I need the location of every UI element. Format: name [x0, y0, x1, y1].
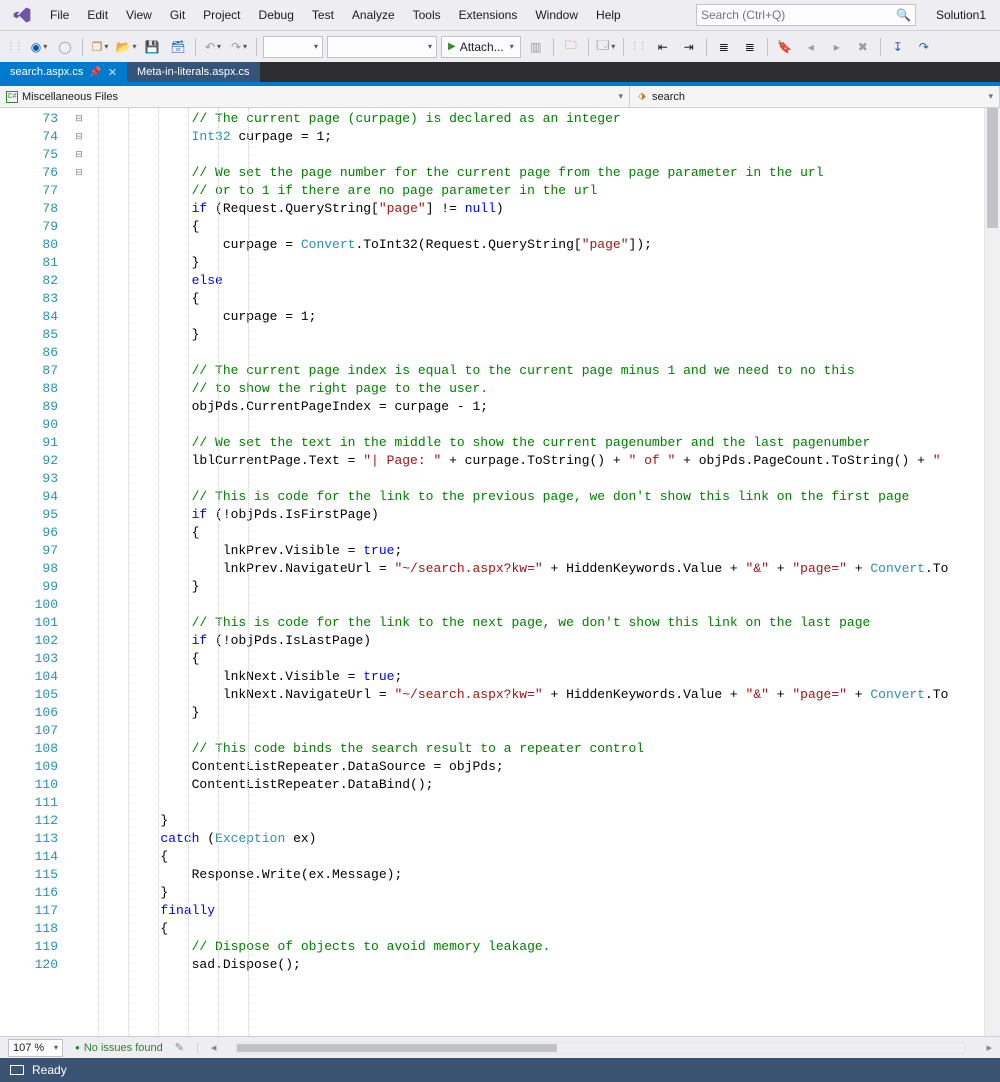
fold-gutter[interactable]: ⊟⊟⊟⊟	[72, 108, 86, 1036]
tab-label: search.aspx.cs	[10, 66, 83, 78]
attach-label: Attach...	[460, 40, 504, 54]
tab-search-aspx-cs[interactable]: search.aspx.cs 📌 ✕	[0, 62, 127, 82]
zoom-value: 107 %	[13, 1042, 44, 1054]
editor-status-strip: 107 %▾ No issues found ✎ | ◂ ▸	[0, 1036, 1000, 1058]
vertical-scrollbar[interactable]	[984, 108, 1000, 1036]
prev-bookmark-button[interactable]: ◂	[800, 36, 822, 58]
indent-increase-button[interactable]: ⇥	[678, 36, 700, 58]
toolbar-separator	[256, 38, 257, 56]
scrollbar-thumb[interactable]	[237, 1044, 557, 1052]
chevron-down-icon: ▾	[618, 91, 623, 102]
comment-button[interactable]: ≣	[713, 36, 735, 58]
menu-extensions[interactable]: Extensions	[451, 4, 526, 26]
class-icon: ⬗	[636, 91, 648, 103]
nav-fwd-button[interactable]: ◯	[54, 36, 76, 58]
toolbar-grip-icon: ⋮⋮	[630, 41, 646, 52]
toolbar-separator	[623, 38, 624, 56]
navigation-bar: C# Miscellaneous Files ▾ ⬗ search ▾	[0, 86, 1000, 108]
menu-debug[interactable]: Debug	[251, 4, 302, 26]
redo-button[interactable]: ↷▾	[228, 36, 250, 58]
bookmark-button[interactable]: 🔖	[774, 36, 796, 58]
uncomment-button[interactable]: ≣	[739, 36, 761, 58]
menu-help[interactable]: Help	[588, 4, 629, 26]
solution-label[interactable]: Solution1	[926, 4, 996, 26]
step-into-button[interactable]: ↧	[887, 36, 909, 58]
chevron-down-icon: ▾	[988, 91, 993, 102]
code-content[interactable]: // The current page (curpage) is declare…	[86, 108, 984, 974]
issues-label: No issues found	[84, 1042, 163, 1054]
menu-window[interactable]: Window	[527, 4, 586, 26]
clear-bookmarks-button[interactable]: ✖	[852, 36, 874, 58]
next-bookmark-button[interactable]: ▸	[826, 36, 848, 58]
tab-label: Meta-in-literals.aspx.cs	[137, 66, 249, 78]
standard-toolbar: ⋮⋮ ◉▾ ◯ ❐▾ 📂▾ 💾 🗃 ↶▾ ↷▾ ▾ ▾ ▶Attach...▾ …	[0, 30, 1000, 62]
horizontal-scrollbar[interactable]	[236, 1042, 966, 1054]
scroll-right-icon[interactable]: ▸	[986, 1041, 992, 1054]
menu-git[interactable]: Git	[162, 4, 193, 26]
undo-button[interactable]: ↶▾	[202, 36, 224, 58]
toolbar-grip-icon: ⋮⋮	[6, 41, 22, 52]
scrollbar-thumb[interactable]	[987, 108, 998, 228]
menu-analyze[interactable]: Analyze	[344, 4, 403, 26]
close-icon[interactable]: ✕	[108, 66, 117, 79]
new-project-button[interactable]: ❐▾	[89, 36, 111, 58]
toolbar-separator	[588, 38, 589, 56]
nav-back-button[interactable]: ◉▾	[28, 36, 50, 58]
nav-project-label: Miscellaneous Files	[22, 91, 118, 103]
find-button[interactable]: 🗔▾	[595, 36, 617, 58]
new-folder-button[interactable]: 🗀	[560, 36, 582, 58]
toolbar-separator	[706, 38, 707, 56]
error-nav-icon[interactable]: ✎	[175, 1041, 184, 1054]
debug-target-button[interactable]: ▥	[525, 36, 547, 58]
save-all-button[interactable]: 🗃	[167, 36, 189, 58]
tab-meta-in-literals[interactable]: Meta-in-literals.aspx.cs	[127, 62, 259, 82]
search-icon: 🔍	[896, 8, 911, 22]
attach-button[interactable]: ▶Attach...▾	[441, 36, 521, 58]
solution-platform-combo[interactable]: ▾	[327, 36, 437, 58]
menu-tools[interactable]: Tools	[405, 4, 449, 26]
line-number-gutter: 7374757677787980818283848586878889909192…	[0, 108, 72, 1036]
toolbar-separator	[553, 38, 554, 56]
pin-icon[interactable]: 📌	[89, 67, 101, 78]
status-ready-label: Ready	[32, 1063, 67, 1077]
nav-project-combo[interactable]: C# Miscellaneous Files ▾	[0, 86, 630, 107]
indent-decrease-button[interactable]: ⇤	[652, 36, 674, 58]
menu-edit[interactable]: Edit	[79, 4, 116, 26]
nav-member-label: search	[652, 91, 685, 103]
code-editor[interactable]: 7374757677787980818283848586878889909192…	[0, 108, 1000, 1036]
menu-project[interactable]: Project	[195, 4, 248, 26]
toolbar-separator	[767, 38, 768, 56]
menu-file[interactable]: File	[42, 4, 77, 26]
quick-search[interactable]: 🔍	[696, 4, 916, 26]
save-button[interactable]: 💾	[141, 36, 163, 58]
nav-member-combo[interactable]: ⬗ search ▾	[630, 86, 1000, 107]
window-layout-icon[interactable]	[10, 1065, 24, 1075]
menu-view[interactable]: View	[118, 4, 160, 26]
document-tabs: search.aspx.cs 📌 ✕ Meta-in-literals.aspx…	[0, 62, 1000, 86]
toolbar-separator	[82, 38, 83, 56]
zoom-combo[interactable]: 107 %▾	[8, 1039, 63, 1057]
step-over-button[interactable]: ↷	[913, 36, 935, 58]
solution-config-combo[interactable]: ▾	[263, 36, 323, 58]
vs-logo-icon	[10, 3, 34, 27]
toolbar-separator	[880, 38, 881, 56]
menu-bar: FileEditViewGitProjectDebugTestAnalyzeTo…	[0, 0, 1000, 30]
toolbar-separator	[195, 38, 196, 56]
scroll-left-icon[interactable]: ◂	[211, 1041, 217, 1054]
status-bar: Ready	[0, 1058, 1000, 1082]
open-file-button[interactable]: 📂▾	[115, 36, 137, 58]
menu-test[interactable]: Test	[304, 4, 342, 26]
issues-indicator[interactable]: No issues found	[75, 1042, 163, 1054]
csharp-file-icon: C#	[6, 91, 18, 103]
quick-search-input[interactable]	[701, 8, 896, 22]
